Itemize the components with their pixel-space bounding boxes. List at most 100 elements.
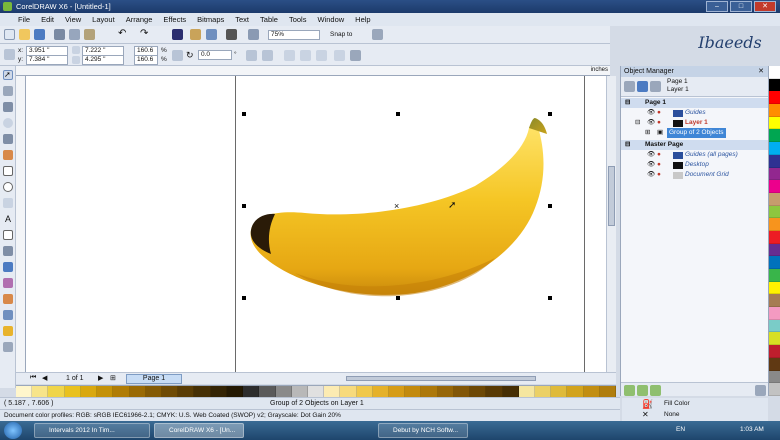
- menu-tools[interactable]: Tools: [289, 15, 307, 24]
- horizontal-scroll-thumb[interactable]: [346, 376, 536, 381]
- print-icon[interactable]: ●: [657, 160, 661, 170]
- zoom-level-field[interactable]: 75%: [268, 30, 320, 40]
- expand-icon[interactable]: ⊞: [645, 128, 650, 138]
- color-swatch[interactable]: [769, 116, 780, 130]
- visibility-eye-icon[interactable]: 👁: [647, 170, 655, 180]
- color-swatch[interactable]: [769, 154, 780, 168]
- menu-text[interactable]: Text: [235, 15, 249, 24]
- selection-handle[interactable]: [242, 112, 246, 116]
- show-object-properties-icon[interactable]: [637, 81, 648, 92]
- tree-node-group[interactable]: ⊞ ▣ Group of 2 Objects: [621, 128, 769, 138]
- mirror-horizontal-icon[interactable]: [246, 50, 257, 61]
- tree-node-page-1[interactable]: ⊟ Page 1: [621, 98, 769, 108]
- selection-handle[interactable]: [548, 204, 552, 208]
- group-icon[interactable]: [284, 50, 295, 61]
- selection-handle[interactable]: [396, 296, 400, 300]
- menu-edit[interactable]: Edit: [41, 15, 54, 24]
- visibility-eye-icon[interactable]: 👁: [647, 108, 655, 118]
- visibility-eye-icon[interactable]: 👁: [647, 118, 655, 128]
- mirror-vertical-icon[interactable]: [262, 50, 273, 61]
- new-document-icon[interactable]: [4, 29, 15, 40]
- selection-handle[interactable]: [242, 204, 246, 208]
- welcome-screen-icon[interactable]: [248, 29, 259, 40]
- vertical-ruler[interactable]: [16, 76, 26, 372]
- artistic-media-tool-icon[interactable]: [3, 150, 13, 160]
- zoom-tool-icon[interactable]: [3, 118, 13, 128]
- right-color-palette[interactable]: [768, 66, 780, 396]
- fill-tool-icon[interactable]: [3, 326, 13, 336]
- tab-page-1[interactable]: Page 1: [126, 374, 182, 384]
- cut-icon[interactable]: [54, 29, 65, 40]
- freehand-tool-icon[interactable]: [3, 134, 13, 144]
- docker-close-icon[interactable]: ✕: [758, 67, 764, 75]
- search-content-icon[interactable]: [172, 29, 183, 40]
- rotation-angle-field[interactable]: 0.0: [198, 50, 232, 60]
- add-page-icon[interactable]: ⊞: [110, 374, 116, 382]
- menu-help[interactable]: Help: [355, 15, 370, 24]
- layer-manager-view-icon[interactable]: [650, 81, 661, 92]
- taskbar-item-intervals[interactable]: Intervals 2012 In Tim...: [34, 423, 150, 438]
- color-swatch[interactable]: [769, 129, 780, 143]
- tree-node-master-page[interactable]: ⊟ Master Page: [621, 140, 769, 150]
- color-swatch[interactable]: [769, 383, 780, 396]
- collapse-icon[interactable]: ⊟: [635, 118, 640, 128]
- collapse-icon[interactable]: ⊟: [625, 140, 630, 150]
- print-icon[interactable]: ●: [657, 170, 661, 180]
- color-swatch[interactable]: [769, 256, 780, 269]
- outline-tool-icon[interactable]: [3, 310, 13, 320]
- menu-effects[interactable]: Effects: [163, 15, 186, 24]
- color-swatch[interactable]: [769, 370, 780, 384]
- menu-layout[interactable]: Layout: [92, 15, 115, 24]
- polygon-tool-icon[interactable]: [3, 198, 13, 208]
- fill-bucket-icon[interactable]: ⛽: [642, 399, 653, 410]
- color-swatch[interactable]: [769, 91, 780, 105]
- height-field[interactable]: 4.295 ": [82, 55, 124, 65]
- color-swatch[interactable]: [769, 192, 780, 206]
- print-icon[interactable]: ●: [657, 118, 661, 128]
- color-swatch[interactable]: [769, 319, 780, 333]
- vertical-scroll-thumb[interactable]: [608, 166, 615, 226]
- color-swatch[interactable]: [769, 78, 780, 92]
- first-page-icon[interactable]: ⏮: [30, 374, 36, 382]
- taskbar-item-debut[interactable]: Debut by NCH Softw...: [378, 423, 468, 438]
- crop-tool-icon[interactable]: [3, 102, 13, 112]
- previous-page-icon[interactable]: ◀: [42, 374, 47, 382]
- color-swatch[interactable]: [769, 230, 780, 244]
- color-swatch[interactable]: [769, 269, 780, 282]
- selection-handle[interactable]: [396, 112, 400, 116]
- minimize-button[interactable]: –: [706, 1, 728, 12]
- interactive-effects-tool-icon[interactable]: [3, 278, 13, 288]
- print-icon[interactable]: ●: [657, 150, 661, 160]
- rectangle-tool-icon[interactable]: [3, 166, 13, 176]
- vertical-scrollbar[interactable]: [606, 76, 616, 372]
- tree-node-document-grid[interactable]: 👁 ● Document Grid: [621, 170, 769, 180]
- selection-handle[interactable]: [548, 296, 552, 300]
- menu-bitmaps[interactable]: Bitmaps: [197, 15, 224, 24]
- save-icon[interactable]: [34, 29, 45, 40]
- selection-handle[interactable]: [548, 112, 552, 116]
- start-button[interactable]: [4, 422, 22, 439]
- align-distribute-icon[interactable]: [350, 50, 361, 61]
- y-position-field[interactable]: 7.384 ": [26, 55, 68, 65]
- clock[interactable]: 1:03 AM: [740, 426, 764, 433]
- new-master-layer-all-icon[interactable]: [650, 385, 661, 396]
- redo-icon[interactable]: ↷: [140, 29, 151, 40]
- menu-arrange[interactable]: Arrange: [126, 15, 153, 24]
- collapse-icon[interactable]: ⊟: [625, 98, 630, 108]
- ungroup-all-icon[interactable]: [316, 50, 327, 61]
- interactive-fill-tool-icon[interactable]: [3, 342, 13, 352]
- scale-y-field[interactable]: 160.6: [134, 55, 158, 65]
- ellipse-tool-icon[interactable]: [3, 182, 13, 192]
- color-swatch[interactable]: [769, 104, 780, 117]
- menu-window[interactable]: Window: [317, 15, 344, 24]
- color-swatch[interactable]: [769, 243, 780, 257]
- selection-handle[interactable]: [242, 296, 246, 300]
- color-swatch[interactable]: [769, 167, 780, 181]
- color-swatch[interactable]: [769, 357, 780, 371]
- color-swatch[interactable]: [769, 307, 780, 320]
- new-layer-icon[interactable]: [624, 385, 635, 396]
- visibility-eye-icon[interactable]: 👁: [647, 150, 655, 160]
- color-profile-bar[interactable]: Document color profiles: RGB: sRGB IEC61…: [0, 409, 620, 421]
- color-swatch[interactable]: [769, 294, 780, 308]
- print-icon[interactable]: ●: [657, 108, 661, 118]
